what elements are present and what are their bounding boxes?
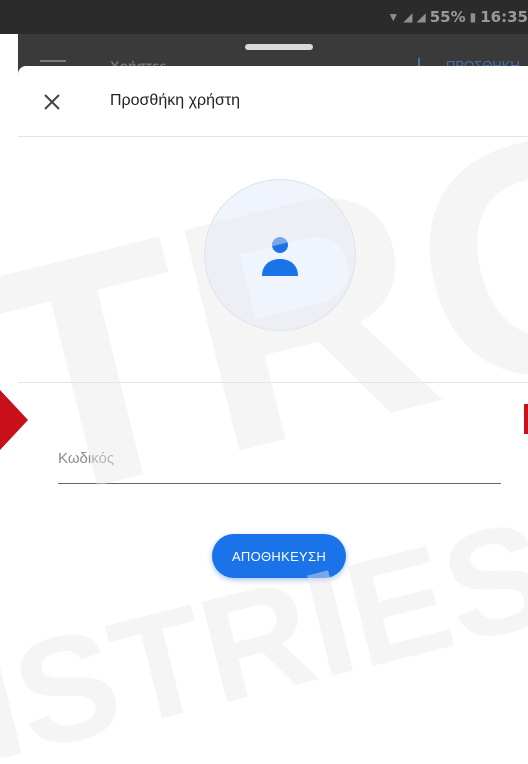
- avatar-picker[interactable]: [204, 179, 356, 331]
- status-icons: ▼ ◢ ◢ 55% ▮ 16:35: [387, 8, 528, 26]
- person-icon: [262, 237, 298, 276]
- avatar-divider: [18, 382, 528, 383]
- password-underline: [58, 483, 501, 484]
- add-user-sheet: Προσθήκη χρήστη Κωδικός ΑΠΟΘΗΚΕΥΣΗ: [18, 66, 528, 764]
- header-divider: [18, 136, 528, 137]
- battery-percent: 55%: [429, 8, 466, 26]
- drag-handle[interactable]: [245, 44, 313, 50]
- menu-icon: [40, 60, 66, 62]
- signal-icon: ◢: [403, 10, 413, 24]
- wifi-icon: ▼: [387, 10, 400, 24]
- clock: 16:35: [480, 8, 528, 26]
- status-bar: ▼ ◢ ◢ 55% ▮ 16:35: [0, 0, 528, 34]
- save-button[interactable]: ΑΠΟΘΗΚΕΥΣΗ: [212, 534, 346, 578]
- password-field[interactable]: Κωδικός: [58, 450, 114, 467]
- signal-icon-2: ◢: [416, 10, 426, 24]
- sheet-title: Προσθήκη χρήστη: [110, 92, 241, 109]
- battery-icon: ▮: [469, 10, 477, 24]
- close-icon[interactable]: [40, 90, 64, 114]
